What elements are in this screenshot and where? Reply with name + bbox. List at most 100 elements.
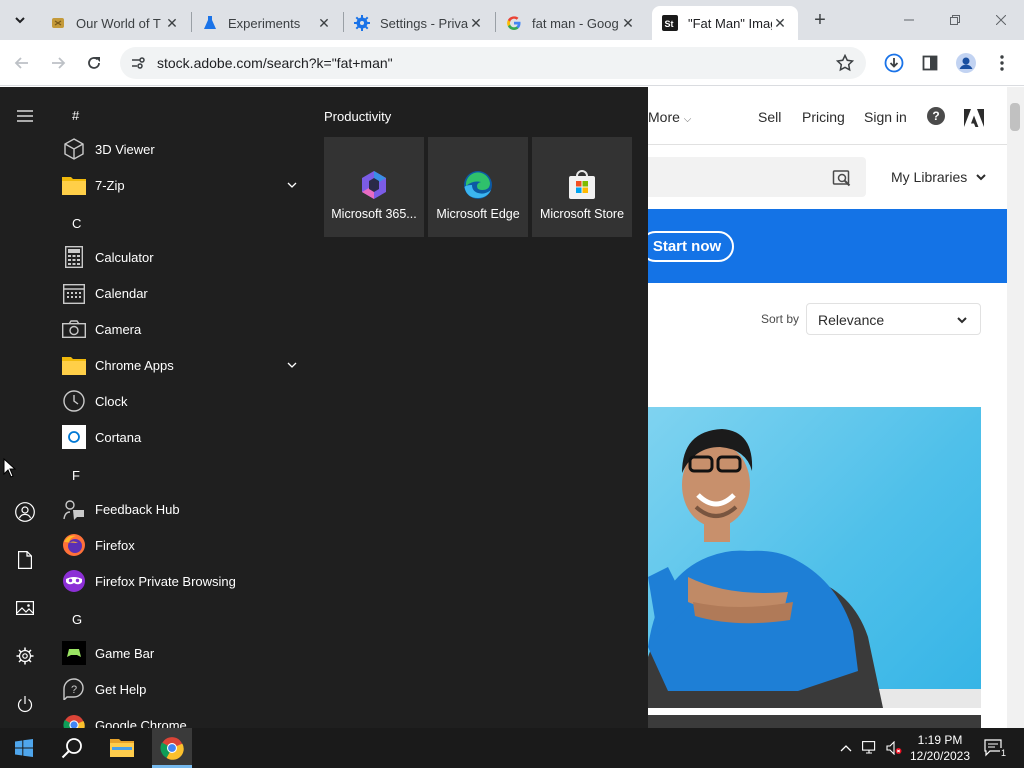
downloads-button[interactable] bbox=[880, 49, 908, 77]
search-result-image-2[interactable] bbox=[648, 715, 981, 728]
more-vert-icon bbox=[1000, 55, 1004, 71]
app-7zip[interactable]: 7-Zip bbox=[62, 167, 302, 203]
volume-button[interactable] bbox=[886, 740, 902, 756]
tab-experiments[interactable]: Experiments ✕ bbox=[192, 6, 342, 40]
side-panel-button[interactable] bbox=[916, 49, 944, 77]
arrow-left-icon bbox=[14, 57, 28, 69]
sort-value: Relevance bbox=[818, 312, 885, 328]
tab-google-search[interactable]: fat man - Goog ✕ bbox=[496, 6, 646, 40]
close-icon[interactable]: ✕ bbox=[620, 15, 636, 31]
file-explorer-button[interactable] bbox=[98, 728, 146, 768]
gear-icon bbox=[354, 15, 370, 31]
star-icon[interactable] bbox=[836, 54, 854, 72]
cortana-icon bbox=[62, 425, 86, 449]
app-camera[interactable]: Camera bbox=[62, 311, 302, 347]
letter-header-g[interactable]: G bbox=[72, 612, 82, 627]
action-center-button[interactable]: 1 bbox=[982, 736, 1007, 760]
app-clock[interactable]: Clock bbox=[62, 383, 302, 419]
app-calendar[interactable]: Calendar bbox=[62, 275, 302, 311]
forward-button[interactable] bbox=[44, 49, 72, 77]
profile-button[interactable] bbox=[952, 49, 980, 77]
search-result-image[interactable] bbox=[648, 407, 981, 708]
reload-button[interactable] bbox=[80, 49, 108, 77]
tab-settings[interactable]: Settings - Priva ✕ bbox=[344, 6, 494, 40]
pictures-button[interactable] bbox=[12, 595, 38, 621]
site-info-icon[interactable] bbox=[130, 55, 146, 71]
app-feedback-hub[interactable]: Feedback Hub bbox=[62, 491, 302, 527]
app-3d-viewer[interactable]: 3D Viewer bbox=[62, 131, 302, 167]
app-name: Calendar bbox=[95, 285, 148, 301]
chrome-icon bbox=[160, 737, 184, 760]
adobe-logo-icon[interactable] bbox=[964, 109, 984, 127]
close-icon[interactable]: ✕ bbox=[772, 15, 788, 31]
promo-banner: Start now bbox=[640, 209, 1007, 283]
feedback-icon bbox=[62, 497, 86, 521]
settings-button[interactable] bbox=[12, 643, 38, 669]
store-icon bbox=[566, 169, 598, 201]
expand-menu-button[interactable] bbox=[12, 103, 38, 129]
app-firefox-private[interactable]: Firefox Private Browsing bbox=[62, 563, 302, 599]
document-icon bbox=[18, 551, 32, 569]
man-photo-illustration bbox=[648, 429, 981, 708]
close-window-button[interactable] bbox=[978, 0, 1024, 40]
chrome-taskbar-button[interactable] bbox=[148, 728, 196, 768]
folder-icon bbox=[62, 353, 86, 377]
letter-header-f[interactable]: F bbox=[72, 468, 80, 483]
show-hidden-icons-button[interactable] bbox=[838, 740, 854, 756]
tab-search-button[interactable] bbox=[8, 8, 32, 32]
nav-sell-link[interactable]: Sell bbox=[758, 109, 781, 125]
search-bar[interactable] bbox=[648, 157, 866, 197]
nav-pricing-link[interactable]: Pricing bbox=[802, 109, 845, 125]
minimize-button[interactable] bbox=[886, 0, 932, 40]
app-google-chrome[interactable]: Google Chrome bbox=[62, 707, 302, 728]
app-name: Firefox bbox=[95, 537, 135, 553]
start-button[interactable] bbox=[0, 728, 48, 768]
nav-more-link[interactable]: More ⌵ bbox=[648, 109, 691, 125]
letter-header-hash[interactable]: # bbox=[72, 108, 79, 123]
tile-microsoft-edge[interactable]: Microsoft Edge bbox=[428, 137, 528, 237]
documents-button[interactable] bbox=[12, 547, 38, 573]
tab-our-world[interactable]: Our World of T ✕ bbox=[40, 6, 190, 40]
address-bar[interactable]: stock.adobe.com/search?k="fat+man" bbox=[120, 47, 866, 79]
nav-more-label: More bbox=[648, 109, 680, 125]
close-icon[interactable]: ✕ bbox=[468, 15, 484, 31]
app-name: Firefox Private Browsing bbox=[95, 573, 236, 589]
calculator-icon bbox=[62, 245, 86, 269]
help-icon[interactable]: ? bbox=[927, 107, 945, 125]
tile-microsoft-store[interactable]: Microsoft Store bbox=[532, 137, 632, 237]
restore-button[interactable] bbox=[932, 0, 978, 40]
nav-sign-in-link[interactable]: Sign in bbox=[864, 109, 907, 125]
chrome-menu-button[interactable] bbox=[988, 49, 1016, 77]
back-button[interactable] bbox=[8, 49, 36, 77]
system-clock[interactable]: 1:19 PM 12/20/2023 bbox=[905, 732, 975, 764]
app-chrome-apps[interactable]: Chrome Apps bbox=[62, 347, 302, 383]
page-scrollbar[interactable] bbox=[1007, 87, 1024, 728]
visual-search-icon[interactable] bbox=[832, 168, 852, 188]
app-get-help[interactable]: ? Get Help bbox=[62, 671, 302, 707]
firefox-icon bbox=[62, 533, 86, 557]
tile-group-title[interactable]: Productivity bbox=[324, 109, 391, 124]
my-libraries-button[interactable]: My Libraries bbox=[891, 169, 987, 185]
power-button[interactable] bbox=[12, 691, 38, 717]
screen: { "browser": { "tabs": [ {"title": "Our … bbox=[0, 0, 1024, 768]
app-firefox[interactable]: Firefox bbox=[62, 527, 302, 563]
app-cortana[interactable]: Cortana bbox=[62, 419, 302, 455]
tab-strip: Our World of T ✕ Experiments ✕ Settings … bbox=[0, 0, 1024, 40]
app-calculator[interactable]: Calculator bbox=[62, 239, 302, 275]
network-button[interactable] bbox=[862, 740, 878, 756]
tab-adobe-stock[interactable]: St "Fat Man" Imag ✕ bbox=[652, 6, 798, 40]
clock-date: 12/20/2023 bbox=[909, 749, 971, 763]
account-button[interactable] bbox=[12, 499, 38, 525]
start-now-button[interactable]: Start now bbox=[640, 231, 734, 262]
tile-microsoft-365[interactable]: Microsoft 365... bbox=[324, 137, 424, 237]
volume-muted-icon bbox=[886, 741, 902, 755]
scrollbar-thumb[interactable] bbox=[1010, 103, 1020, 131]
close-icon[interactable]: ✕ bbox=[164, 15, 180, 31]
search-button[interactable] bbox=[48, 728, 96, 768]
browser-toolbar: stock.adobe.com/search?k="fat+man" bbox=[0, 40, 1024, 86]
app-game-bar[interactable]: Game Bar bbox=[62, 635, 302, 671]
new-tab-button[interactable]: + bbox=[808, 8, 832, 32]
letter-header-c[interactable]: C bbox=[72, 216, 81, 231]
close-icon[interactable]: ✕ bbox=[316, 15, 332, 31]
sort-select[interactable]: Relevance bbox=[806, 303, 981, 335]
